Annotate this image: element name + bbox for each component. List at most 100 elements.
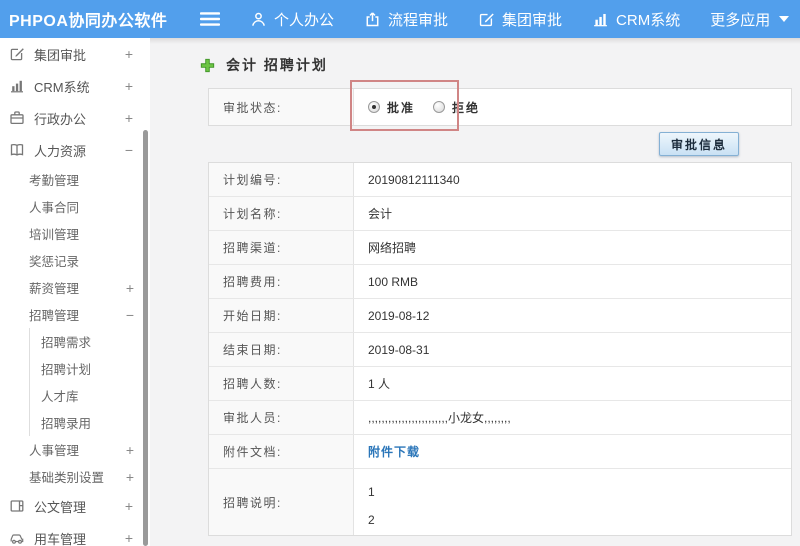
detail-table: 计划编号: 20190812111340 计划名称: 会计 招聘渠道: 网络招聘 招聘费用:… [208,162,792,536]
radio-unchecked-icon[interactable] [433,101,446,113]
approval-form: 审批状态: 批准 拒绝 审批信息 计划编号: 20190812111340 计划名称:… [208,88,792,536]
car-icon [9,530,25,546]
sidebar-menu: 集团审批 + CRM系统 + 行政办公 + 人力资源 − 考勤管理人事合同培训管理奖惩记录薪资管… [0,38,150,546]
expand-plus-icon[interactable]: + [125,47,133,61]
sidebar: 集团审批 + CRM系统 + 行政办公 + 人力资源 − 考勤管理人事合同培训管理奖惩记录薪资管… [0,38,150,546]
sidebar-scrollbar-thumb[interactable] [143,130,148,546]
sidebar-item-label: 薪资管理 [29,282,80,296]
topbar-nav: 个人办公 流程审批 集团审批 CRM系统 更多应用 [250,9,790,30]
sidebar-item-base-category[interactable]: 基础类别设置 + [0,463,150,490]
attachment-download-link[interactable]: 附件下载 [368,443,420,460]
edit-icon [478,11,495,28]
sidebar-item-label: 考勤管理 [29,174,80,188]
field-label: 招聘说明: [209,469,354,535]
table-row-recruit-note: 招聘说明: 1 2 [209,469,791,535]
sidebar-item-label: 人事合同 [29,201,80,215]
table-row-attachment: 附件文档: 附件下载 [209,435,791,469]
edit-icon [9,46,25,62]
radio-checked-icon[interactable] [368,101,380,113]
field-label: 审批人员: [209,401,354,434]
nav-item-label: 个人办公 [274,11,335,29]
sidebar-item-label: 招聘管理 [29,309,80,323]
field-value: 网络招聘 [368,241,417,255]
nav-item-process-approval[interactable]: 流程审批 [364,9,448,30]
approval-info-button[interactable]: 审批信息 [658,132,739,156]
field-value: 2019-08-12 [368,308,430,323]
topbar: PHPOA协同办公软件 个人办公 流程审批 集团审批 CRM系统 更多应用 [0,0,800,38]
radio-label: 批准 [387,100,416,115]
sidebar-item-vehicle-mgmt[interactable]: 用车管理 + [0,522,150,546]
person-icon [250,11,267,28]
field-label: 结束日期: [209,333,354,366]
nav-item-group-approval[interactable]: 集团审批 [478,9,562,30]
menu-icon[interactable] [200,11,220,27]
expand-plus-icon[interactable]: + [125,79,133,93]
sidebar-item-label: 行政办公 [34,111,87,127]
field-value: 1 人 [368,377,391,391]
sidebar-item-personnel-mgmt[interactable]: 人事管理 + [0,436,150,463]
expand-plus-icon[interactable]: + [126,443,134,457]
sidebar-item-hr-contract[interactable]: 人事合同 [0,193,150,220]
sidebar-item-recruit-mgmt[interactable]: 招聘管理 − [0,301,150,328]
field-value: 2019-08-31 [368,342,430,357]
expand-plus-icon[interactable]: + [126,281,134,295]
table-row-plan-number: 计划编号: 20190812111340 [209,163,791,197]
chart-icon [9,78,25,94]
table-row-approvers: 审批人员: ,,,,,,,,,,,,,,,,,,,,,,,,小龙女,,,,,,,, [209,401,791,435]
briefcase-icon [9,110,25,126]
sidebar-item-recruit-hire[interactable]: 招聘录用 [29,409,150,436]
expand-plus-icon[interactable]: + [126,470,134,484]
sidebar-item-label: 招聘需求 [41,336,92,350]
radio-option-approve[interactable]: 批准 [368,99,415,116]
value-line: 1 [368,485,375,499]
collapse-minus-icon[interactable]: − [126,308,134,322]
sidebar-item-salary-mgmt[interactable]: 薪资管理 + [0,274,150,301]
field-value: 100 RMB [368,274,419,289]
sidebar-item-label: 培训管理 [29,228,80,242]
collapse-minus-icon[interactable]: − [125,143,133,157]
sidebar-item-admin-office[interactable]: 行政办公 + [0,102,150,134]
sidebar-item-label: 人事管理 [29,444,80,458]
table-row-end-date: 结束日期: 2019-08-31 [209,333,791,367]
sidebar-item-reward-records[interactable]: 奖惩记录 [0,247,150,274]
approval-options: 批准 拒绝 [354,89,791,125]
field-label: 招聘人数: [209,367,354,400]
sidebar-item-document-mgmt[interactable]: 公文管理 + [0,490,150,522]
sidebar-item-recruit-plan[interactable]: 招聘计划 [29,355,150,382]
sidebar-item-label: 人力资源 [34,143,87,159]
table-row-recruit-cost: 招聘费用: 100 RMB [209,265,791,299]
field-value: 会计 [368,207,393,221]
sidebar-item-recruit-demand[interactable]: 招聘需求 [29,328,150,355]
expand-plus-icon[interactable]: + [125,531,133,545]
nav-item-personal-office[interactable]: 个人办公 [250,9,334,30]
sidebar-item-training-mgmt[interactable]: 培训管理 [0,220,150,247]
sidebar-item-label: 用车管理 [34,531,87,546]
field-value: ,,,,,,,,,,,,,,,,,,,,,,,,小龙女,,,,,,,, [368,411,511,425]
field-label: 计划编号: [209,163,354,196]
page-title-row: 会计 招聘计划 [200,54,800,76]
approval-status-block: 审批状态: 批准 拒绝 [208,88,792,126]
field-label: 招聘费用: [209,265,354,298]
sidebar-item-label: 公文管理 [34,499,87,515]
table-row-recruit-channel: 招聘渠道: 网络招聘 [209,231,791,265]
radio-option-reject[interactable]: 拒绝 [433,99,480,116]
nav-item-crm-system[interactable]: CRM系统 [592,9,680,30]
nav-item-label: 更多应用 [710,11,771,29]
sidebar-item-label: 人才库 [41,390,79,404]
nav-item-more-apps[interactable]: 更多应用 [710,9,790,30]
page-title: 会计 招聘计划 [226,57,328,73]
sidebar-item-human-resources[interactable]: 人力资源 − [0,134,150,166]
expand-plus-icon[interactable]: + [125,111,133,125]
sidebar-item-label: 奖惩记录 [29,255,80,269]
expand-plus-icon[interactable]: + [125,499,133,513]
button-row: 审批信息 [208,126,792,162]
sidebar-item-label: CRM系统 [34,79,90,95]
field-value: 20190812111340 [368,172,460,187]
sidebar-item-attendance-mgmt[interactable]: 考勤管理 [0,166,150,193]
sidebar-item-group-approval[interactable]: 集团审批 + [0,38,150,70]
app-logo[interactable]: PHPOA协同办公软件 [0,7,192,31]
doc-icon [9,498,25,514]
sidebar-item-crm-system[interactable]: CRM系统 + [0,70,150,102]
table-row-recruit-count: 招聘人数: 1 人 [209,367,791,401]
sidebar-item-talent-pool[interactable]: 人才库 [29,382,150,409]
